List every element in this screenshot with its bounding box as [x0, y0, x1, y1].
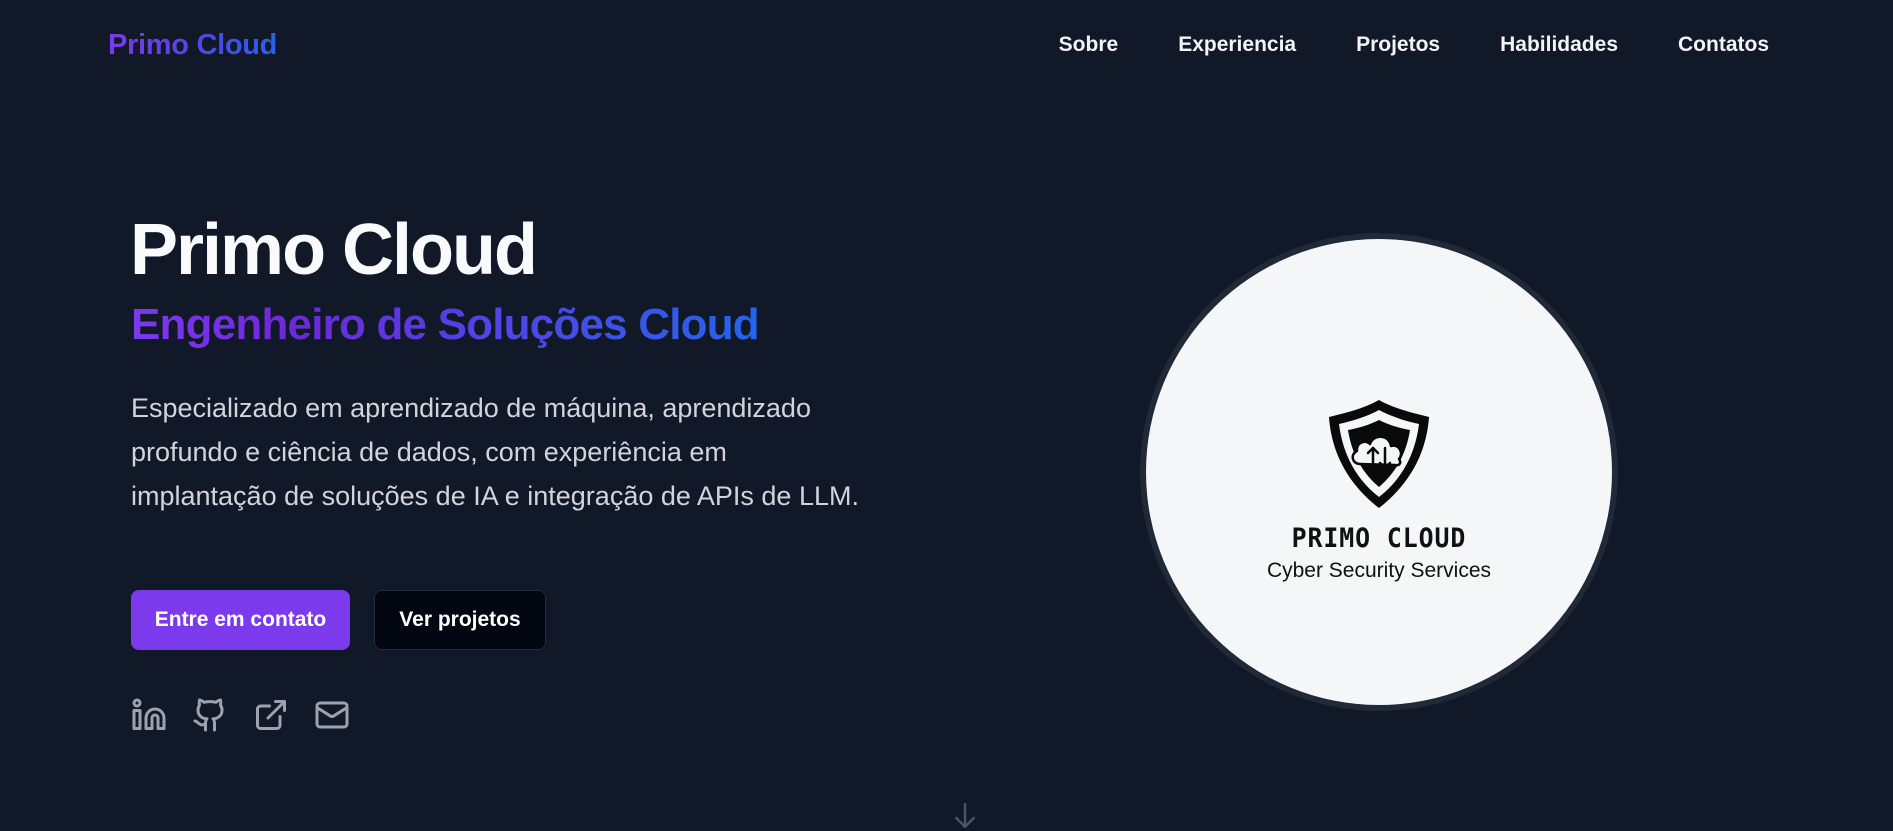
social-links: [131, 697, 350, 733]
hero-description: Especializado em aprendizado de máquina,…: [131, 393, 859, 511]
view-projects-button[interactable]: Ver projetos: [374, 590, 546, 650]
nav-link-sobre[interactable]: Sobre: [1059, 30, 1119, 60]
hero-title: Primo Cloud: [130, 210, 538, 290]
linkedin-icon[interactable]: [131, 697, 167, 733]
logo-name: PRIMO CLOUD: [1291, 523, 1467, 554]
arrow-down-icon[interactable]: [950, 800, 980, 831]
company-logo: PRIMO CLOUD Cyber Security Services: [1146, 239, 1612, 705]
nav-link-contatos[interactable]: Contatos: [1678, 30, 1769, 60]
page: Primo Cloud Sobre Experiencia Projetos H…: [0, 0, 1893, 831]
shield-cloud-icon: [1329, 400, 1429, 508]
external-link-icon[interactable]: [253, 697, 289, 733]
main-nav: Sobre Experiencia Projetos Habilidades C…: [1059, 30, 1769, 60]
logo-tagline: Cyber Security Services: [1266, 559, 1492, 582]
contact-button[interactable]: Entre em contato: [131, 590, 350, 650]
github-icon[interactable]: [192, 697, 228, 733]
nav-link-experiencia[interactable]: Experiencia: [1178, 30, 1296, 60]
brand-logo-link[interactable]: Primo Cloud: [108, 26, 277, 64]
nav-link-habilidades[interactable]: Habilidades: [1500, 30, 1618, 60]
hero-subtitle: Engenheiro de Soluções Cloud: [131, 296, 760, 354]
nav-link-projetos[interactable]: Projetos: [1356, 30, 1440, 60]
mail-icon[interactable]: [314, 697, 350, 733]
